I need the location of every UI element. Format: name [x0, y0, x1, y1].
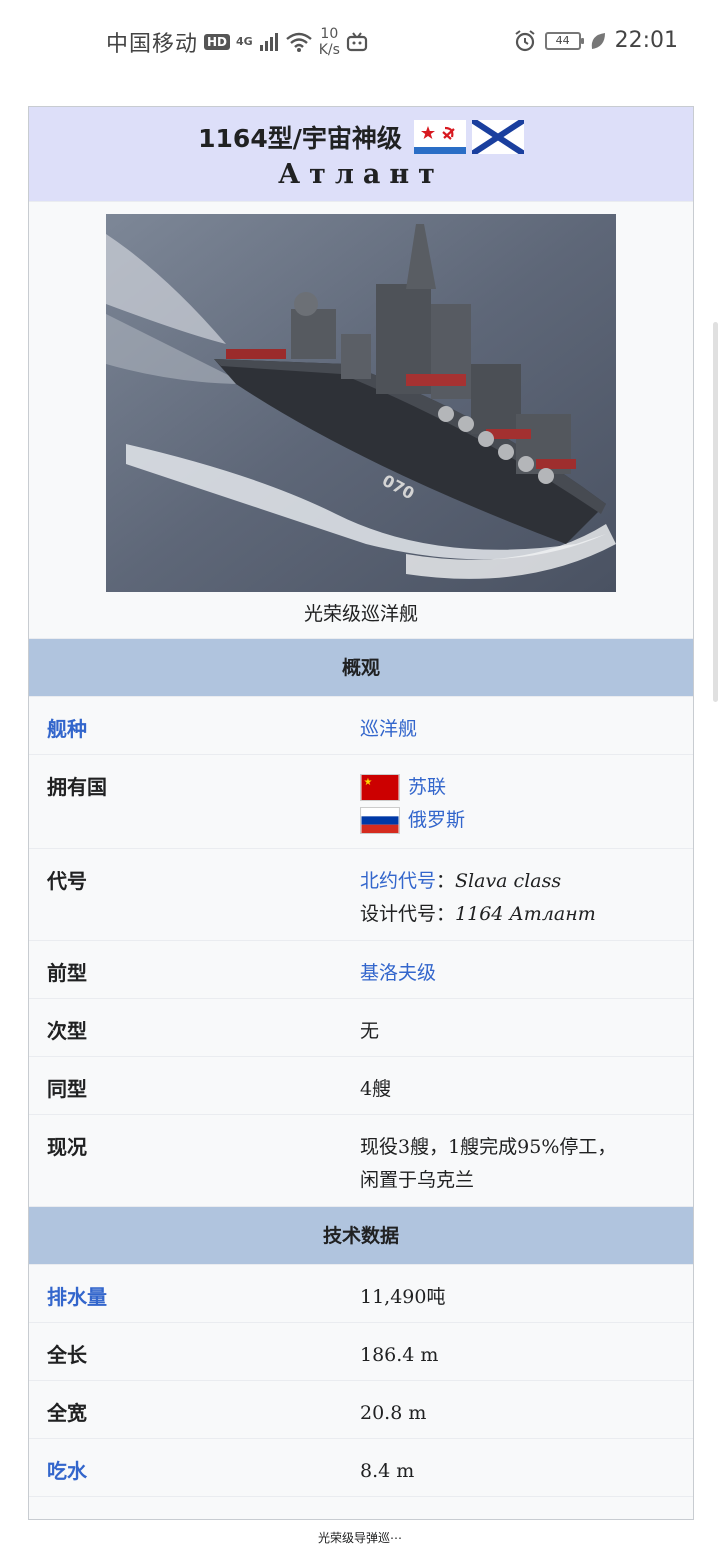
status-label: 现况 [47, 1135, 87, 1159]
wifi-icon [285, 32, 312, 52]
preceded-value: 基洛夫级 [360, 941, 693, 998]
design-codename: 设计代号：1164 Атлант [360, 898, 693, 931]
tv-app-icon [346, 32, 368, 52]
ship-type-label[interactable]: 舰种 [29, 697, 360, 754]
carrier-name: 中国移动 [106, 32, 199, 57]
row-codename: 代号 北约代号：Slava class 设计代号：1164 Атлант [29, 849, 693, 941]
succeeded-value: 无 [360, 1020, 380, 1042]
operator-item: 俄罗斯 [360, 804, 693, 837]
infobox-title: 1164型/宇宙神级 [198, 124, 402, 153]
ship-type-value: 巡洋舰 [360, 697, 693, 754]
infobox: 1164型/宇宙神级 Атлант 070 光荣级巡洋舰 概观 舰种 巡洋舰 拥… [28, 106, 694, 1520]
status-line-2: 闲置于乌克兰 [360, 1169, 475, 1191]
row-succeeded-by: 次型 无 [29, 999, 693, 1057]
speed-value: 10 [320, 26, 339, 42]
battery-indicator: 44 [544, 31, 584, 50]
sister-value: 4艘 [360, 1078, 392, 1100]
nato-codename: 北约代号：Slava class [360, 865, 693, 898]
section-header-tech: 技术数据 [29, 1207, 693, 1265]
leaf-icon [591, 32, 605, 49]
displacement-label[interactable]: 排水量 [29, 1265, 360, 1322]
network-speed: 10 K/s [319, 26, 340, 58]
speed-unit: K/s [318, 42, 340, 58]
nato-codename-value: Slava class [455, 870, 562, 892]
ship-type-link[interactable]: 巡洋舰 [360, 718, 417, 740]
sister-label: 同型 [47, 1077, 87, 1101]
row-displacement: 排水量 11,490吨 [29, 1265, 693, 1323]
row-draft: 吃水 8.4 m [29, 1439, 693, 1497]
codename-label: 代号 [47, 869, 87, 893]
network-type: 4G [236, 35, 253, 48]
infobox-image-block: 070 光荣级巡洋舰 [29, 202, 693, 639]
infobox-subtitle: Атлант [278, 159, 444, 190]
ussr-flag-icon [360, 774, 400, 801]
scrollbar[interactable] [713, 322, 718, 702]
beam-label: 全宽 [47, 1401, 87, 1425]
operators-label: 拥有国 [47, 775, 107, 799]
operator-link-ussr[interactable]: 苏联 [408, 771, 446, 804]
signal-icon [259, 33, 278, 51]
alarm-icon [514, 29, 535, 51]
row-beam: 全宽 20.8 m [29, 1381, 693, 1439]
infobox-title-block: 1164型/宇宙神级 Атлант [29, 107, 693, 202]
row-sister-ships: 同型 4艘 [29, 1057, 693, 1115]
operator-item: 苏联 [360, 771, 693, 804]
row-preceded-by: 前型 基洛夫级 [29, 941, 693, 999]
codename-value: 北约代号：Slava class 设计代号：1164 Атлант [360, 849, 693, 940]
nato-separator: ： [436, 870, 456, 892]
soviet-naval-ensign-icon[interactable] [413, 120, 466, 154]
nato-codename-link[interactable]: 北约代号 [360, 870, 436, 892]
design-codename-value: 1164 Атлант [455, 903, 596, 925]
status-line-1: 现役3艘，1艘完成95%停工， [360, 1136, 617, 1158]
preceded-label: 前型 [47, 961, 87, 985]
draft-label[interactable]: 吃水 [29, 1439, 360, 1496]
status-bar-right: 44 22:01 [513, 28, 678, 53]
row-operators: 拥有国 苏联 俄罗斯 [29, 755, 693, 849]
hd-badge: HD [204, 34, 231, 50]
row-status: 现况 现役3艘，1艘完成95%停工， 闲置于乌克兰 [29, 1115, 693, 1207]
image-caption: 光荣级巡洋舰 [303, 603, 418, 625]
length-value: 186.4 m [360, 1344, 439, 1366]
st-andrew-flag-icon[interactable] [471, 120, 524, 154]
bottom-page-title: 光荣级导弹巡⋯ [0, 1520, 720, 1560]
ship-photo[interactable]: 070 [106, 214, 616, 592]
section-header-overview: 概观 [29, 639, 693, 697]
row-ship-type: 舰种 巡洋舰 [29, 697, 693, 755]
row-length: 全长 186.4 m [29, 1323, 693, 1381]
status-value: 现役3艘，1艘完成95%停工， 闲置于乌克兰 [360, 1115, 693, 1206]
preceded-link[interactable]: 基洛夫级 [360, 962, 436, 984]
draft-value: 8.4 m [360, 1460, 415, 1482]
displacement-value: 11,490吨 [360, 1286, 446, 1308]
design-codename-label: 设计代号： [360, 903, 456, 925]
beam-value: 20.8 m [360, 1402, 427, 1424]
succeeded-label: 次型 [47, 1019, 87, 1043]
length-label: 全长 [47, 1343, 87, 1367]
clock-time: 22:01 [614, 28, 678, 53]
status-bar: 中国移动 HD 4G 10 K/s 44 22:01 [0, 0, 720, 84]
operators-value: 苏联 俄罗斯 [360, 755, 693, 848]
russia-flag-icon [360, 807, 400, 834]
status-bar-left: 中国移动 HD 4G 10 K/s [106, 26, 368, 58]
operator-link-russia[interactable]: 俄罗斯 [408, 804, 465, 837]
